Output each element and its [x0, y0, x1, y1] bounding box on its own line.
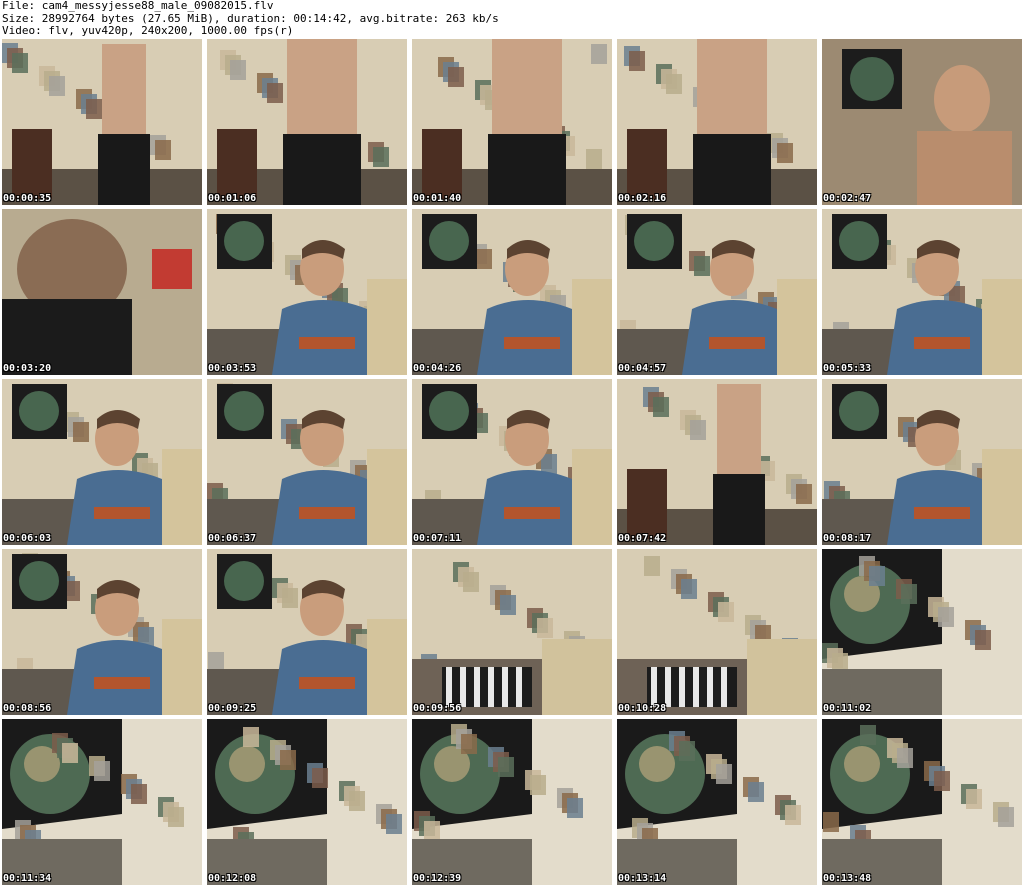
thumbnail-tile[interactable]: 00:00:35 — [2, 39, 202, 205]
thumbnail-image — [617, 719, 817, 885]
thumbnail-image — [207, 379, 407, 545]
thumbnail-image — [2, 39, 202, 205]
thumbnail-image — [822, 39, 1022, 205]
thumbnail-timestamp: 00:08:56 — [3, 703, 52, 714]
thumbnail-tile[interactable]: 00:01:06 — [207, 39, 407, 205]
thumbnail-timestamp: 00:11:02 — [823, 703, 872, 714]
thumbnail-image — [412, 39, 612, 205]
thumbnail-image — [412, 549, 612, 715]
thumbnail-tile[interactable]: 00:12:39 — [412, 719, 612, 885]
thumbnail-image — [207, 719, 407, 885]
thumbnail-tile[interactable]: 00:06:37 — [207, 379, 407, 545]
thumbnail-tile[interactable]: 00:09:56 — [412, 549, 612, 715]
thumbnail-timestamp: 00:06:03 — [3, 533, 52, 544]
thumbnail-timestamp: 00:08:17 — [823, 533, 872, 544]
thumbnail-image — [617, 209, 817, 375]
contact-sheet-header: File: cam4_messyjesse88_male_09082015.fl… — [2, 0, 1022, 38]
thumbnail-tile[interactable]: 00:03:53 — [207, 209, 407, 375]
thumbnail-tile[interactable]: 00:06:03 — [2, 379, 202, 545]
thumbnail-image — [2, 379, 202, 545]
thumbnail-tile[interactable]: 00:09:25 — [207, 549, 407, 715]
thumbnail-timestamp: 00:02:47 — [823, 193, 872, 204]
thumbnail-image — [412, 209, 612, 375]
thumbnail-tile[interactable]: 00:07:11 — [412, 379, 612, 545]
thumbnail-timestamp: 00:00:35 — [3, 193, 52, 204]
thumbnail-timestamp: 00:06:37 — [208, 533, 257, 544]
thumbnail-tile[interactable]: 00:13:14 — [617, 719, 817, 885]
thumbnail-timestamp: 00:13:14 — [618, 873, 667, 884]
thumbnail-tile[interactable]: 00:04:57 — [617, 209, 817, 375]
thumbnail-timestamp: 00:01:06 — [208, 193, 257, 204]
thumbnail-image — [412, 379, 612, 545]
thumbnail-tile[interactable]: 00:11:34 — [2, 719, 202, 885]
thumbnail-image — [617, 549, 817, 715]
thumbnail-image — [617, 39, 817, 205]
thumbnail-timestamp: 00:04:57 — [618, 363, 667, 374]
thumbnail-tile[interactable]: 00:02:47 — [822, 39, 1022, 205]
thumbnail-timestamp: 00:04:26 — [413, 363, 462, 374]
thumbnail-image — [2, 549, 202, 715]
thumbnail-image — [412, 719, 612, 885]
thumbnail-image — [2, 719, 202, 885]
thumbnail-tile[interactable]: 00:10:28 — [617, 549, 817, 715]
thumbnail-image — [822, 209, 1022, 375]
thumbnail-timestamp: 00:12:08 — [208, 873, 257, 884]
thumbnail-tile[interactable]: 00:01:40 — [412, 39, 612, 205]
thumbnail-image — [617, 379, 817, 545]
thumbnail-tile[interactable]: 00:07:42 — [617, 379, 817, 545]
thumbnail-tile[interactable]: 00:05:33 — [822, 209, 1022, 375]
thumbnail-timestamp: 00:07:42 — [618, 533, 667, 544]
thumbnail-image — [207, 549, 407, 715]
thumbnail-image — [822, 379, 1022, 545]
thumbnail-image — [207, 209, 407, 375]
thumbnail-timestamp: 00:12:39 — [413, 873, 462, 884]
thumbnail-tile[interactable]: 00:08:17 — [822, 379, 1022, 545]
thumbnail-timestamp: 00:09:56 — [413, 703, 462, 714]
thumbnail-image — [2, 209, 202, 375]
thumbnail-timestamp: 00:11:34 — [3, 873, 52, 884]
thumbnail-grid: 00:00:35 00:01:06 00:01:40 00:02:16 00:02:47… — [2, 39, 1022, 889]
video-info-line: Video: flv, yuv420p, 240x200, 1000.00 fp… — [2, 24, 294, 37]
thumbnail-timestamp: 00:10:28 — [618, 703, 667, 714]
thumbnail-image — [207, 39, 407, 205]
file-name-line: File: cam4_messyjesse88_male_09082015.fl… — [2, 0, 274, 12]
thumbnail-tile[interactable]: 00:13:48 — [822, 719, 1022, 885]
thumbnail-tile[interactable]: 00:02:16 — [617, 39, 817, 205]
thumbnail-tile[interactable]: 00:03:20 — [2, 209, 202, 375]
thumbnail-image — [822, 549, 1022, 715]
thumbnail-image — [822, 719, 1022, 885]
thumbnail-tile[interactable]: 00:11:02 — [822, 549, 1022, 715]
thumbnail-timestamp: 00:09:25 — [208, 703, 257, 714]
thumbnail-timestamp: 00:05:33 — [823, 363, 872, 374]
thumbnail-timestamp: 00:03:53 — [208, 363, 257, 374]
thumbnail-tile[interactable]: 00:12:08 — [207, 719, 407, 885]
thumbnail-timestamp: 00:01:40 — [413, 193, 462, 204]
thumbnail-tile[interactable]: 00:08:56 — [2, 549, 202, 715]
thumbnail-tile[interactable]: 00:04:26 — [412, 209, 612, 375]
thumbnail-timestamp: 00:02:16 — [618, 193, 667, 204]
thumbnail-timestamp: 00:13:48 — [823, 873, 872, 884]
thumbnail-timestamp: 00:07:11 — [413, 533, 462, 544]
thumbnail-timestamp: 00:03:20 — [3, 363, 52, 374]
